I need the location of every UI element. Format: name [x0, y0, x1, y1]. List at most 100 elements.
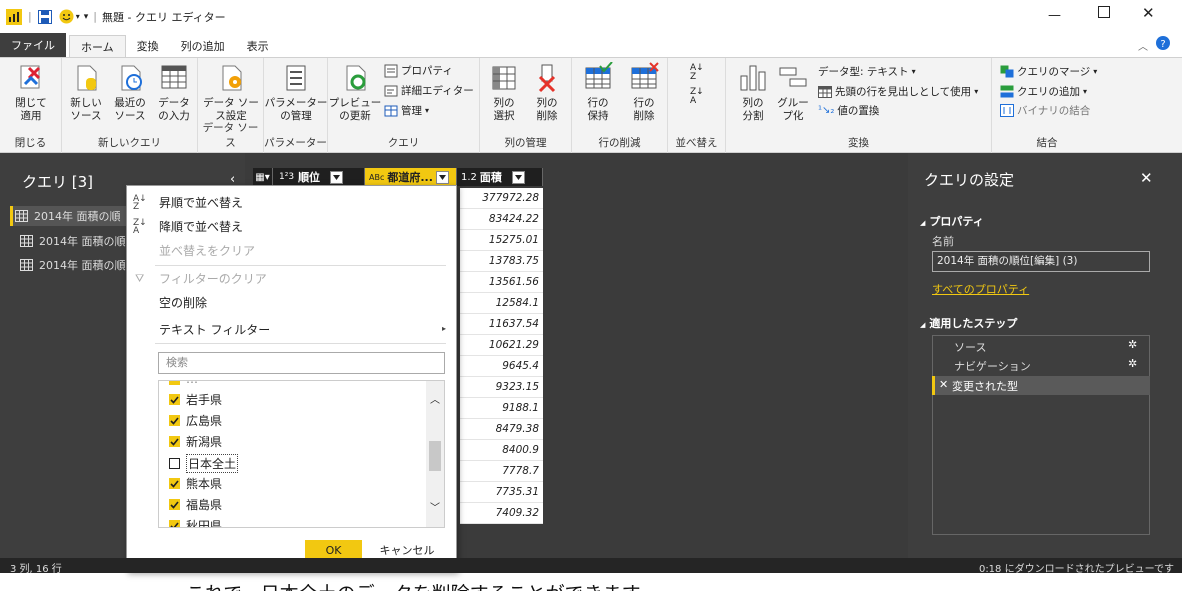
close-settings-icon[interactable]: ✕: [1140, 169, 1153, 187]
filter-dropdown-icon[interactable]: [330, 170, 344, 184]
menu-sort-descending[interactable]: 降順で並べ替え: [159, 218, 243, 235]
manage-button[interactable]: 管理 ▾: [384, 103, 429, 118]
step-item-selected[interactable]: ✕ 変更された型: [932, 376, 1150, 395]
tab-home[interactable]: ホーム: [69, 35, 126, 57]
keep-rows-button[interactable]: 行の 保持: [576, 62, 620, 123]
name-label: 名前: [932, 235, 954, 248]
replace-values-icon: ¹↘₂: [818, 105, 835, 116]
delete-step-icon[interactable]: ✕: [939, 378, 948, 391]
append-queries-button[interactable]: クエリの追加 ▾: [1000, 84, 1087, 99]
replace-values-button[interactable]: ¹↘₂ 値の置換: [818, 103, 879, 118]
new-source-button[interactable]: 新しい ソース: [66, 62, 106, 123]
grid-cell[interactable]: 15275.01: [460, 230, 543, 251]
list-scrollbar[interactable]: ︿ ﹀: [426, 381, 444, 527]
collapse-ribbon-icon[interactable]: ︿: [1138, 38, 1148, 53]
close-apply-icon: [20, 65, 41, 89]
expand-triangle-icon: ◢: [920, 219, 926, 227]
checkbox-item[interactable]: 熊本県: [169, 475, 222, 492]
grid-cell[interactable]: 83424.22: [460, 209, 543, 230]
combine-binaries-button[interactable]: バイナリの結合: [1000, 103, 1090, 118]
all-properties-link[interactable]: すべてのプロパティ: [932, 281, 1029, 297]
manage-parameters-button[interactable]: パラメーター の管理: [265, 62, 327, 123]
properties-icon: [384, 64, 398, 77]
recent-sources-button[interactable]: 最近の ソース: [110, 62, 150, 123]
filter-dropdown-icon[interactable]: [435, 170, 449, 184]
checkbox-item[interactable]: 広島県: [169, 412, 222, 429]
column-header-prefecture[interactable]: ABc 都道府...: [365, 168, 457, 186]
grid-cell[interactable]: 13783.75: [460, 251, 543, 272]
close-icon[interactable]: ✕: [1142, 4, 1155, 22]
grid-cell[interactable]: 9645.4: [460, 356, 543, 377]
checkbox-item[interactable]: 日本全土: [169, 454, 239, 473]
tab-file[interactable]: ファイル: [0, 33, 66, 57]
qat-customize-icon[interactable]: ▾: [84, 12, 89, 22]
help-icon[interactable]: ?: [1156, 36, 1170, 53]
tab-add-column[interactable]: 列の追加: [170, 35, 236, 57]
dropdown-arrow-icon[interactable]: ▾: [76, 12, 80, 21]
remove-rows-button[interactable]: 行の 削除: [622, 62, 666, 123]
group-by-button[interactable]: グルー プ化: [774, 62, 812, 123]
query-name-input[interactable]: 2014年 面積の順位[編集] (3): [932, 251, 1150, 272]
checkbox-item[interactable]: 福島県: [169, 496, 222, 513]
grid-cell[interactable]: 10621.29: [460, 335, 543, 356]
grid-cell[interactable]: 7778.7: [460, 461, 543, 482]
grid-cell[interactable]: 7409.32: [460, 503, 543, 524]
tab-transform[interactable]: 変換: [126, 35, 170, 57]
grid-cell[interactable]: 11637.54: [460, 314, 543, 335]
grid-cell[interactable]: 9323.15: [460, 377, 543, 398]
checkbox-item[interactable]: 秋田県: [169, 517, 222, 527]
merge-queries-button[interactable]: クエリのマージ ▾: [1000, 64, 1097, 79]
maximize-icon[interactable]: [1098, 6, 1110, 21]
checkbox-item[interactable]: …: [169, 381, 198, 386]
data-type-dropdown[interactable]: データ型: テキスト ▾: [818, 64, 916, 79]
grid-cell[interactable]: 7735.31: [460, 482, 543, 503]
table-menu-button[interactable]: ▦▾: [253, 168, 273, 186]
grid-cell[interactable]: 8479.38: [460, 419, 543, 440]
grid-cell[interactable]: 377972.28: [460, 188, 543, 209]
menu-clear-filter[interactable]: フィルターのクリア: [159, 270, 267, 287]
checkbox-item[interactable]: 岩手県: [169, 391, 222, 408]
scroll-up-icon[interactable]: ︿: [430, 391, 440, 406]
remove-columns-button[interactable]: 列の 削除: [526, 62, 568, 123]
search-input[interactable]: 検索: [158, 352, 445, 374]
menu-text-filters[interactable]: テキスト フィルター: [159, 321, 270, 338]
grid-cell[interactable]: 12584.1: [460, 293, 543, 314]
submenu-arrow-icon: ▸: [442, 324, 447, 333]
menu-remove-empty[interactable]: 空の削除: [159, 294, 207, 311]
save-icon[interactable]: [37, 9, 52, 24]
applied-steps-section[interactable]: ◢ 適用したステップ: [920, 315, 1017, 331]
properties-section[interactable]: ◢ プロパティ: [920, 213, 984, 229]
choose-columns-button[interactable]: 列の 選択: [484, 62, 524, 123]
grid-cell[interactable]: 9188.1: [460, 398, 543, 419]
data-source-settings-button[interactable]: データ ソー ス設定: [202, 62, 260, 123]
smiley-icon[interactable]: [59, 9, 74, 24]
properties-button[interactable]: プロパティ: [384, 63, 453, 78]
recent-sources-icon: [121, 65, 142, 91]
gear-icon[interactable]: ✲: [1128, 357, 1137, 370]
menu-separator: [155, 265, 446, 266]
sort-descending-button[interactable]: Z↓ A: [690, 88, 704, 106]
grid-cell[interactable]: 13561.56: [460, 272, 543, 293]
step-item[interactable]: ソース ✲: [932, 337, 1150, 356]
enter-data-button[interactable]: データ の入力: [154, 62, 194, 123]
menu-clear-sort[interactable]: 並べ替えをクリア: [159, 242, 255, 259]
tab-view[interactable]: 表示: [236, 35, 280, 57]
checkbox-item[interactable]: 新潟県: [169, 433, 222, 450]
column-header-rank[interactable]: 1²3 順位: [273, 168, 365, 186]
filter-dropdown-icon[interactable]: [511, 170, 525, 184]
gear-icon[interactable]: ✲: [1128, 338, 1137, 351]
sort-ascending-button[interactable]: A↓ Z: [690, 64, 704, 82]
scrollbar-thumb[interactable]: [429, 441, 441, 471]
column-header-area[interactable]: 1.2 面積: [457, 168, 543, 186]
minimize-icon[interactable]: —: [1048, 8, 1061, 23]
first-row-header-button[interactable]: 先頭の行を見出しとして使用 ▾: [818, 84, 978, 99]
checkbox-checked-icon: [169, 478, 180, 489]
close-apply-button[interactable]: 閉じて 適用: [4, 62, 58, 123]
refresh-preview-button[interactable]: プレビュー の更新: [329, 62, 381, 123]
menu-sort-ascending[interactable]: 昇順で並べ替え: [159, 194, 243, 211]
split-column-button[interactable]: 列の 分割: [734, 62, 772, 123]
scroll-down-icon[interactable]: ﹀: [430, 499, 440, 514]
advanced-editor-button[interactable]: 詳細エディター: [384, 83, 474, 98]
grid-cell[interactable]: 8400.9: [460, 440, 543, 461]
step-item[interactable]: ナビゲーション ✲: [932, 356, 1150, 375]
